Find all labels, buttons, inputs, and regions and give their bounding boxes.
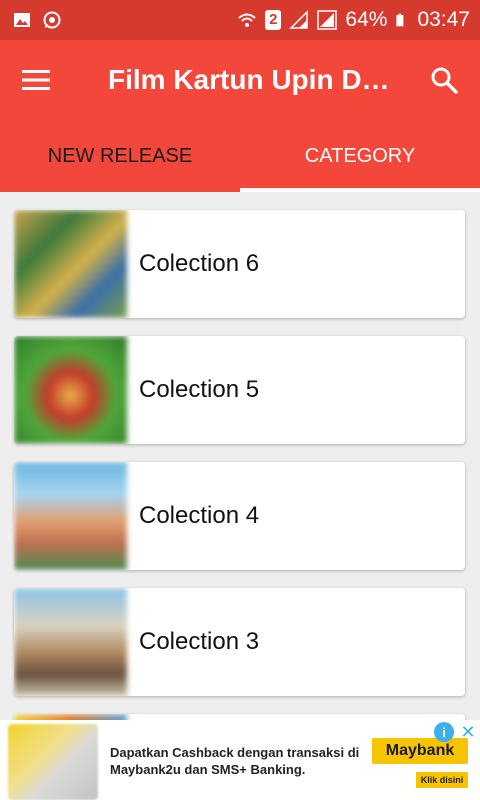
list-item[interactable]: Colection 6: [14, 210, 465, 318]
ad-close-icon[interactable]: ✕: [458, 722, 478, 742]
list-item-label: Colection 3: [139, 628, 260, 655]
collection-thumbnail: [14, 336, 127, 444]
ad-text: Dapatkan Cashback dengan transaksi di Ma…: [110, 745, 360, 777]
list-item-label: Colection 5: [139, 376, 260, 403]
tab-category[interactable]: CATEGORY: [240, 120, 480, 192]
clock: 03:47: [417, 8, 470, 31]
wifi-icon: [238, 13, 256, 27]
list-item[interactable]: Colection 3: [14, 588, 465, 696]
whatsapp-icon: [43, 11, 61, 29]
status-bar: 2 64% 03:47: [0, 0, 480, 40]
gallery-icon: [14, 13, 30, 27]
ad-brand-logo[interactable]: Maybank: [372, 738, 468, 764]
list-item[interactable]: Colection 5: [14, 336, 465, 444]
status-right: 2 64% 03:47: [237, 8, 470, 32]
collection-thumbnail: [14, 210, 127, 318]
signal-icon-2: [317, 10, 338, 30]
tab-new-release-label: NEW RELEASE: [47, 144, 193, 167]
tab-bar: NEW RELEASE CATEGORY: [0, 120, 480, 192]
tab-category-label: CATEGORY: [304, 144, 416, 167]
collection-thumbnail: [14, 588, 127, 696]
ad-info-icon[interactable]: i: [434, 722, 454, 742]
menu-button[interactable]: [0, 40, 72, 120]
search-icon: [431, 67, 458, 94]
search-button[interactable]: [408, 40, 480, 120]
list-item[interactable]: Colection 4: [14, 462, 465, 570]
ad-banner[interactable]: Dapatkan Cashback dengan transaksi di Ma…: [0, 720, 480, 800]
tab-new-release[interactable]: NEW RELEASE: [0, 120, 480, 192]
collection-thumbnail: [14, 462, 127, 570]
ad-image: [8, 724, 98, 800]
list-item-label: Colection 4: [139, 502, 260, 529]
battery-icon: [396, 13, 404, 27]
signal-icon: [289, 10, 309, 29]
menu-icon: [22, 70, 50, 90]
app-title: Film Kartun Upin D…: [108, 64, 390, 95]
ad-cta-button[interactable]: Klik disini: [416, 772, 468, 788]
list-item-label: Colection 6: [139, 250, 260, 277]
battery-percent: 64%: [345, 8, 388, 31]
collection-list: Colection 6 Colection 5 Colection 4 Cole…: [0, 192, 480, 720]
sim-slot-badge: 2: [265, 10, 282, 30]
status-left: [12, 10, 62, 30]
app-bar: Film Kartun Upin D…: [0, 40, 480, 120]
